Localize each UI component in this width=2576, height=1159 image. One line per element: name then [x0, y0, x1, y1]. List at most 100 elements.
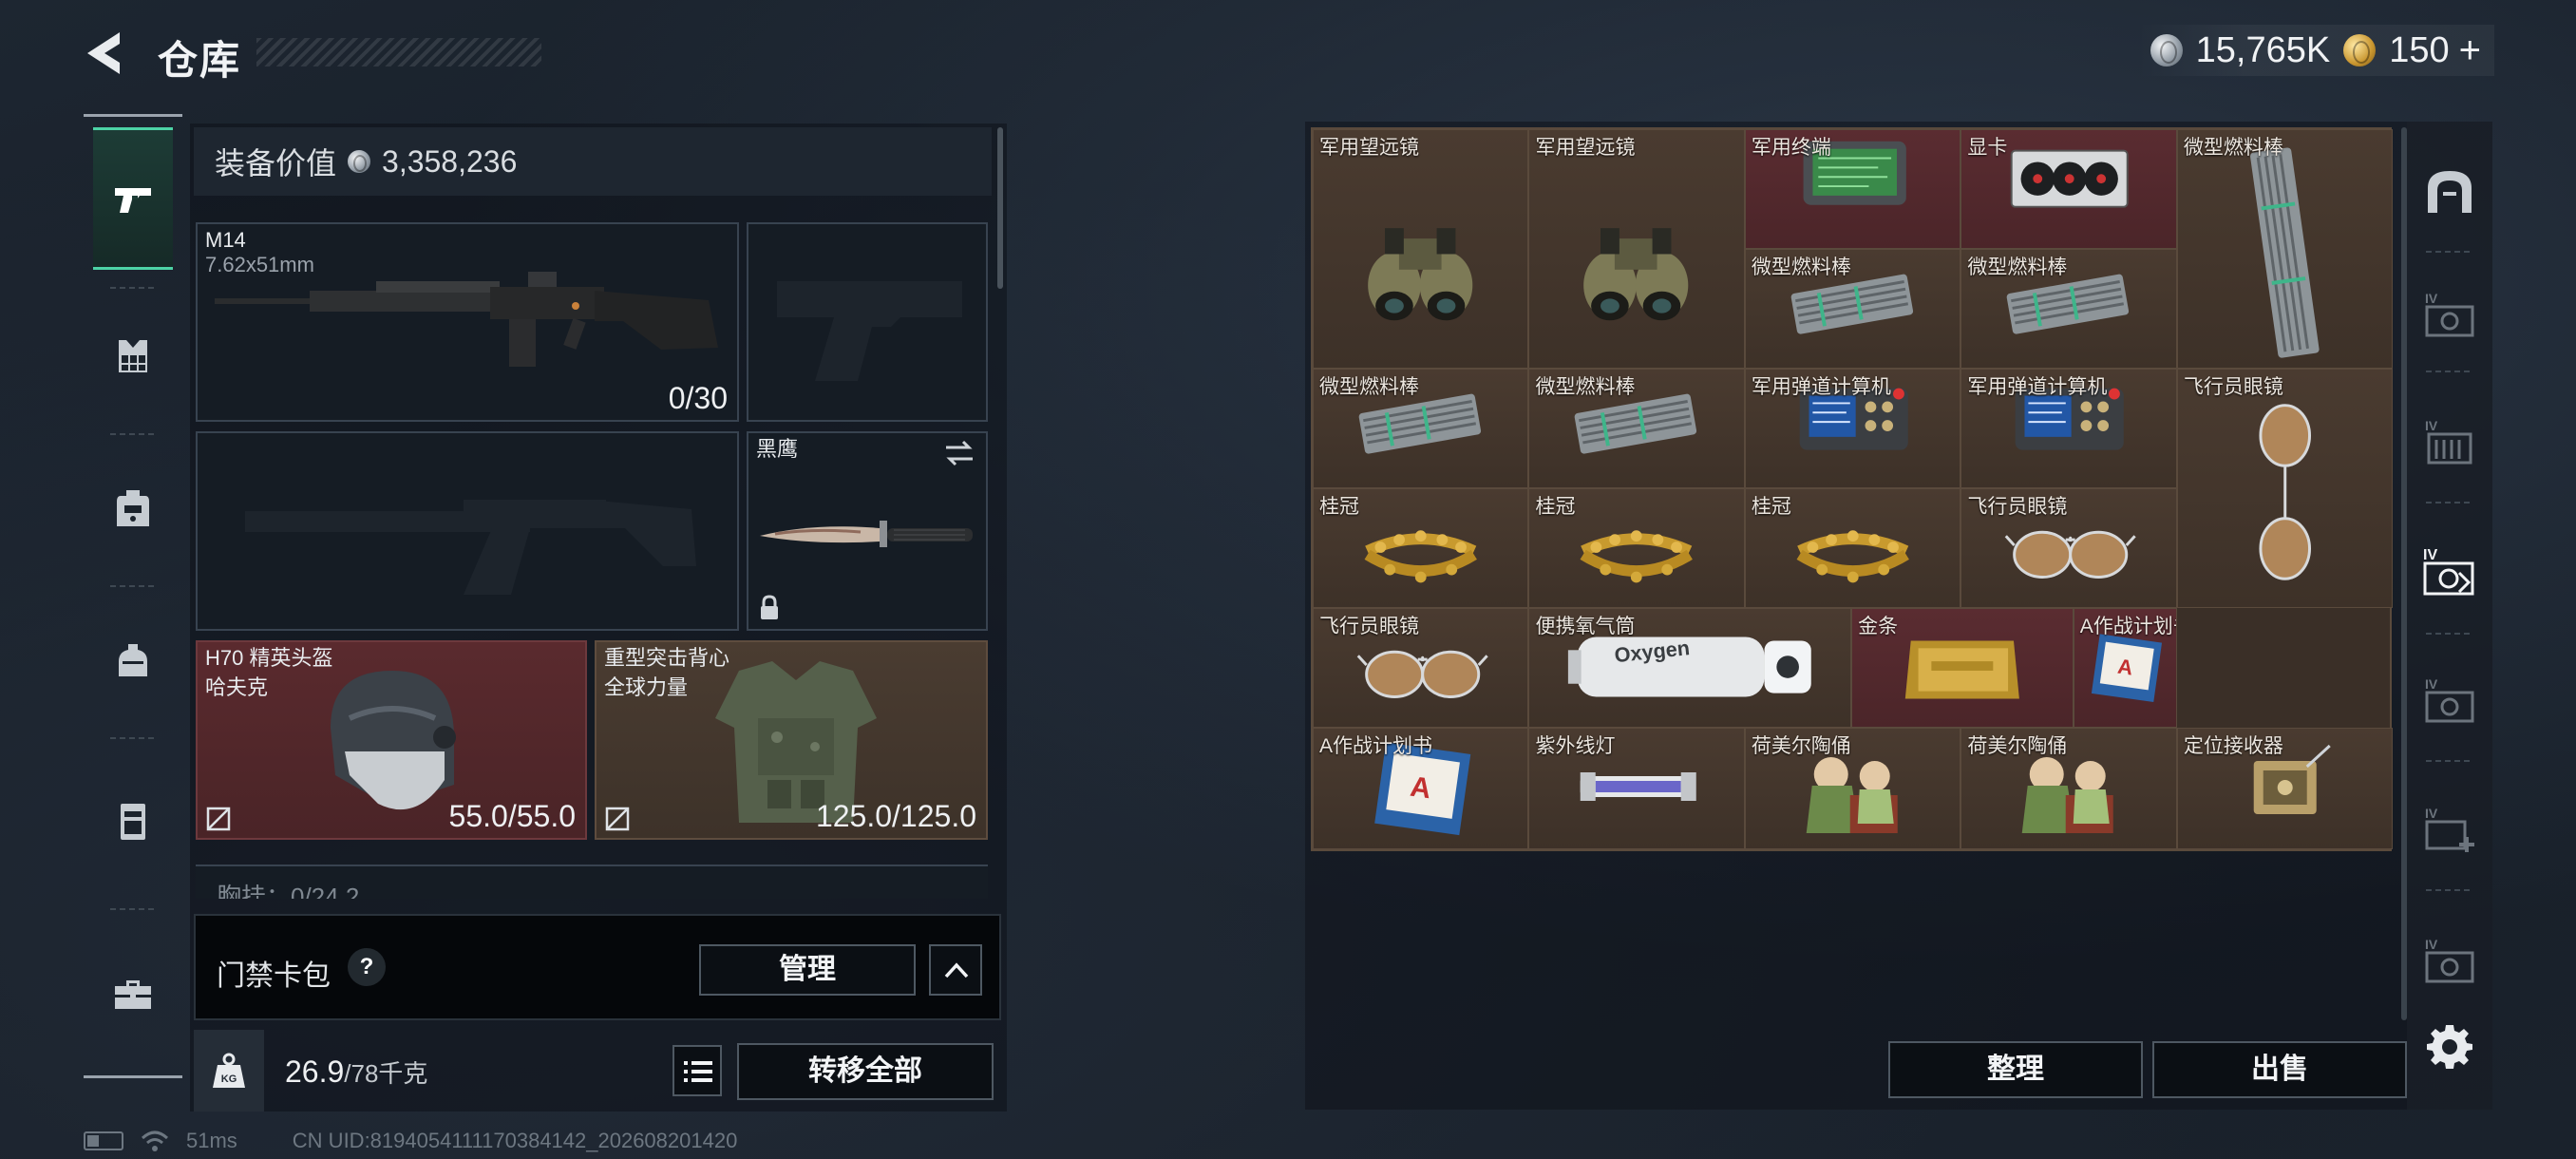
equipment-value-label: 装备价值 [215, 146, 337, 180]
storage-item-name: 微型燃料棒 [2183, 137, 2283, 159]
storage-tab-iv-4[interactable]: IV [2420, 671, 2479, 730]
rail-separator [110, 908, 156, 910]
storage-item-oxygen-tank[interactable]: 便携氧气筒 Oxygen [1528, 608, 1852, 728]
storage-item-ballistic-computer[interactable]: 军用弹道计算机 [1744, 369, 1961, 488]
help-button[interactable]: ? [348, 948, 386, 986]
storage-item-name: A作战计划书 [2079, 616, 2176, 637]
storage-tab-rail: IV IV IV IV IV IV [2407, 122, 2492, 1110]
storage-item-figurine[interactable]: 荷美尔陶俑 [1960, 728, 2177, 849]
equipment-value-bar: 装备价值 3,358,236 [194, 127, 992, 196]
rail-tab-case[interactable] [93, 750, 173, 893]
storage-item-uv-lamp[interactable]: 紫外线灯 [1528, 728, 1745, 849]
helmet-slot[interactable]: H70 精英头盔 哈夫克 55.0/55.0 [196, 640, 587, 840]
weapon-name: M14 [205, 228, 246, 252]
rail-tab-backpack[interactable] [93, 446, 173, 570]
storage-item-aviator-glasses-vertical[interactable]: 飞行员眼镜 [2176, 369, 2394, 608]
storage-item-laurel[interactable]: 桂冠 [1744, 488, 1961, 608]
rail-tab-toolbox[interactable] [93, 922, 173, 1064]
storage-item-fuel-rod[interactable]: 微型燃料棒 [1960, 249, 2177, 369]
kg-icon-label: KG [221, 1074, 237, 1085]
svg-text:IV: IV [2423, 547, 2437, 563]
swap-arrows-icon[interactable] [942, 439, 976, 467]
rail-tab-pouch[interactable] [93, 598, 173, 722]
storage-item-laurel[interactable]: 桂冠 [1528, 488, 1745, 608]
storage-tab-main[interactable] [2420, 162, 2479, 220]
chest-rig-capacity: 胸挂：0/24 2 [217, 883, 360, 899]
storage-item-fuel-rod-vertical[interactable]: 微型燃料棒 [2176, 129, 2394, 369]
silver-coin-icon [348, 150, 371, 173]
weight-current: 26.9 [285, 1054, 345, 1089]
settings-button[interactable] [2420, 1016, 2479, 1075]
primary-weapon-slot[interactable]: M14 7.62x51mm 0/30 [196, 222, 739, 422]
ping-value: 51ms [186, 1129, 237, 1152]
keycard-label: 门禁卡包 [217, 960, 331, 992]
svg-text:IV: IV [2425, 937, 2438, 952]
melee-slot[interactable]: 黑鹰 [747, 431, 988, 631]
storage-item-binoculars[interactable]: 军用望远镜 [1528, 129, 1745, 369]
weight-max: /78千克 [344, 1059, 428, 1088]
storage-item-fuel-rod[interactable]: 微型燃料棒 [1744, 249, 1961, 369]
back-arrow-icon[interactable] [82, 28, 129, 78]
storage-item-binoculars[interactable]: 军用望远镜 [1313, 129, 1529, 369]
rail-tab-chest-rig[interactable] [93, 294, 173, 418]
transfer-all-button[interactable]: 转移全部 [737, 1043, 994, 1100]
storage-item-terminal[interactable]: 军用终端 [1744, 129, 1961, 249]
storage-item-gpu[interactable]: 显卡 [1960, 129, 2177, 249]
storage-item-ballistic-computer[interactable]: 军用弹道计算机 [1960, 369, 2177, 488]
storage-item-name: 桂冠 [1319, 496, 1359, 518]
storage-iv-icon: IV [2425, 676, 2474, 723]
secondary-weapon-slot[interactable] [747, 222, 988, 422]
storage-item-name: 桂冠 [1535, 496, 1576, 518]
storage-item-battle-plan[interactable]: A作战计划书 A [1313, 728, 1529, 849]
storage-item-aviator-glasses[interactable]: 飞行员眼镜 [1313, 608, 1529, 728]
chest-rig-row[interactable]: 胸挂：0/24 2 [196, 864, 988, 899]
expand-button[interactable] [929, 944, 982, 996]
storage-item-battle-plan[interactable]: A作战计划书 A [2073, 608, 2177, 728]
sell-button[interactable]: 出售 [2152, 1041, 2407, 1098]
storage-item-laurel[interactable]: 桂冠 [1313, 488, 1529, 608]
secondary-primary-slot[interactable] [196, 431, 739, 631]
storage-item-name: 军用终端 [1751, 137, 1831, 159]
keycard-bar: 门禁卡包 ? 管理 [194, 914, 1001, 1020]
svg-text:A: A [1409, 771, 1433, 806]
storage-iv-selected-icon: IV [2423, 547, 2474, 596]
helmet-brand: 哈夫克 [205, 675, 269, 699]
gold-amount: 150 [2389, 29, 2450, 70]
storage-item-fuel-rod[interactable]: 微型燃料棒 [1313, 369, 1529, 488]
storage-grid: 军用望远镜 军用望远镜 军用终端 显卡 微型燃料棒 微型燃料棒 微型燃料棒 微型… [1311, 127, 2394, 851]
armor-slot[interactable]: 重型突击背心 全球力量 125.0/125.0 [595, 640, 988, 840]
lock-icon [761, 595, 778, 619]
storage-item-aviator-glasses[interactable]: 飞行员眼镜 [1960, 488, 2177, 608]
storage-item-name: 金条 [1858, 616, 1899, 637]
pistol-silhouette-icon [777, 281, 962, 381]
storage-tab-iv-3-selected[interactable]: IV [2420, 542, 2479, 600]
weight-icon-box: KG [194, 1030, 264, 1112]
weight-bar: KG 26.9/78千克 转移全部 [194, 1030, 1001, 1112]
storage-item-name: A作战计划书 [1319, 735, 1433, 757]
sort-button[interactable]: 整理 [1888, 1041, 2143, 1098]
storage-item-gold-bar[interactable]: 金条 [1851, 608, 2074, 728]
storage-item-figurine[interactable]: 荷美尔陶俑 [1744, 728, 1961, 849]
storage-item-fuel-rod[interactable]: 微型燃料棒 [1528, 369, 1745, 488]
storage-tab-iv-2[interactable]: IV [2420, 412, 2479, 471]
knife-icon [760, 521, 973, 547]
storage-item-locator[interactable]: 定位接收器 [2176, 728, 2394, 849]
storage-tab-iv-1[interactable]: IV [2420, 285, 2479, 344]
add-currency-button[interactable]: + [2459, 29, 2481, 72]
equipment-scrollbar[interactable] [997, 127, 1003, 289]
rail-tab-weapons[interactable] [93, 127, 173, 270]
storage-item-name: 微型燃料棒 [1535, 376, 1636, 398]
svg-text:IV: IV [2425, 806, 2438, 821]
storage-tab-iv-5[interactable]: IV [2420, 931, 2479, 990]
wifi-icon [141, 1130, 169, 1151]
storage-item-name: 军用弹道计算机 [1967, 376, 2108, 398]
svg-text:IV: IV [2425, 418, 2438, 433]
list-view-button[interactable] [672, 1045, 722, 1096]
storage-item-name: 微型燃料棒 [1751, 256, 1851, 278]
rail-separator [110, 737, 156, 739]
equipment-value-amount: 3,358,236 [382, 143, 518, 179]
rail-separator [2426, 633, 2473, 635]
storage-tab-iv-add[interactable]: IV [2420, 800, 2479, 859]
manage-button[interactable]: 管理 [699, 944, 916, 996]
rail-separator [110, 585, 156, 587]
